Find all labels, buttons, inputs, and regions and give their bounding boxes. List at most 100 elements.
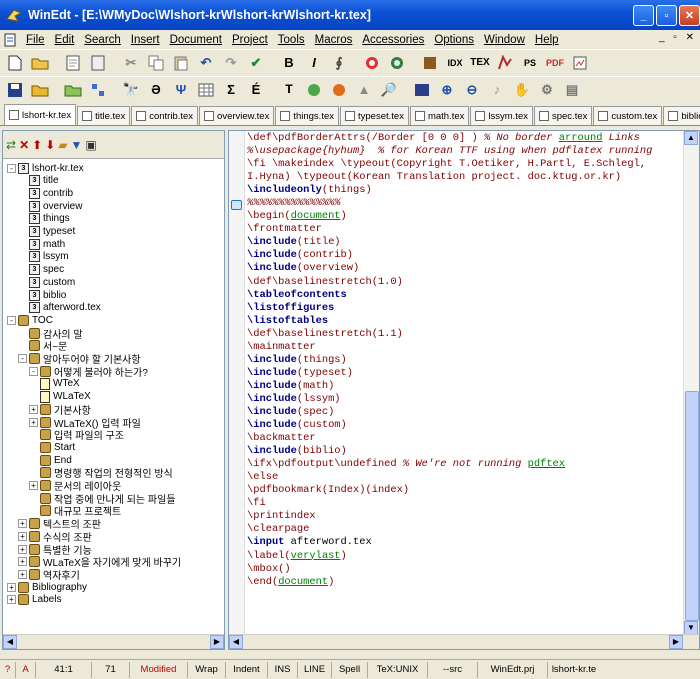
tree-section[interactable]: WLaTeX [40, 390, 91, 403]
tab-custom-tex[interactable]: custom.tex [593, 106, 663, 125]
status-src[interactable]: --src [428, 661, 478, 678]
editor-vertical-scrollbar[interactable]: ▲ ▼ [683, 131, 699, 635]
code-line[interactable]: \fi [247, 497, 652, 510]
hand-icon[interactable]: ✋ [511, 79, 533, 101]
tree-export-icon[interactable]: ▼ [70, 138, 82, 152]
status-project[interactable]: WinEdt.prj [478, 661, 548, 678]
tree-horizontal-scrollbar[interactable]: ◀ ▶ [3, 634, 224, 649]
scroll-right-icon[interactable]: ▶ [210, 635, 224, 649]
code-line[interactable]: \input afterword.tex [247, 536, 652, 549]
insert-table-icon[interactable] [195, 79, 217, 101]
expand-icon[interactable]: + [7, 595, 16, 605]
menu-tools[interactable]: Tools [273, 34, 310, 46]
tree-section[interactable]: 작업 중에 만나게 되는 파일들 [29, 492, 176, 506]
graphics-icon[interactable] [303, 79, 325, 101]
close-icon[interactable]: ✕ [679, 5, 700, 26]
tree-file-math[interactable]: 3 math [29, 238, 65, 250]
code-line[interactable]: \label(verylast) [247, 550, 652, 563]
tree-file-typeset[interactable]: 3 typeset [29, 226, 75, 238]
typewriter-icon[interactable]: T [278, 79, 300, 101]
tree-root-file[interactable]: -3 lshort-kr.tex [7, 162, 84, 174]
code-line[interactable]: \include(contrib) [247, 249, 652, 262]
tree-section[interactable]: - 어떻게 불러야 하는가? [29, 365, 148, 379]
menu-macros[interactable]: Macros [310, 34, 358, 46]
math-icon[interactable]: ∮ [328, 52, 350, 74]
code-line[interactable]: \include(custom) [247, 419, 652, 432]
tree-open-icon[interactable]: ▰ [58, 138, 67, 152]
page-setup-icon[interactable] [87, 52, 109, 74]
code-line[interactable]: \pdfbookmark(Index)(index) [247, 484, 652, 497]
source-code[interactable]: \def\pdfBorderAttrs(/Border [0 0 0] ) % … [247, 132, 652, 589]
tab-contrib-tex[interactable]: contrib.tex [131, 106, 199, 125]
cut-icon[interactable]: ✂ [120, 52, 142, 74]
code-line[interactable]: \include(title) [247, 236, 652, 249]
code-line[interactable]: \include(overview) [247, 262, 652, 275]
tree-refresh-icon[interactable]: ⇄ [6, 138, 16, 152]
editor-scroll-left-icon[interactable]: ◀ [229, 635, 243, 649]
print-preview-icon[interactable] [62, 52, 84, 74]
gather-icon[interactable] [62, 79, 84, 101]
bold-icon[interactable]: B [278, 52, 300, 74]
tree-section[interactable]: WTeX [40, 377, 80, 390]
code-line[interactable]: %\usepackage{hyhum} % for Korean TTF usi… [247, 145, 652, 158]
tree-section[interactable]: + 텍스트의 조판 [18, 518, 101, 531]
new-file-icon[interactable] [4, 52, 26, 74]
tree-section[interactable]: 명령행 작업의 전형적인 방식 [29, 467, 173, 480]
menu-help[interactable]: Help [530, 34, 564, 46]
expand-icon[interactable]: + [18, 557, 27, 567]
tree-section[interactable]: - 알아두어야 할 기본사항 [18, 353, 141, 366]
menu-accessories[interactable]: Accessories [357, 34, 429, 46]
status-ins[interactable]: INS [268, 661, 298, 678]
menu-project[interactable]: Project [227, 34, 273, 46]
tree-down-icon[interactable]: ⬇ [45, 138, 55, 152]
tree-section[interactable]: + WLaTeX을 자기에게 맞게 바꾸기 [18, 556, 181, 569]
expand-icon[interactable]: + [18, 519, 27, 529]
tree-section[interactable]: + 역자후기 [18, 568, 80, 582]
search-project-icon[interactable]: 🔎 [378, 79, 400, 101]
expand-icon[interactable]: + [18, 531, 27, 541]
console-icon[interactable] [411, 79, 433, 101]
code-line[interactable]: \include(typeset) [247, 367, 652, 380]
status-spell[interactable]: Spell [332, 661, 368, 678]
status-a[interactable]: A [16, 661, 36, 678]
collapse-icon[interactable]: - [18, 354, 27, 363]
tools-icon[interactable]: ⚙ [536, 79, 558, 101]
gs-view-icon[interactable]: ▤ [561, 79, 583, 101]
menu-search[interactable]: Search [79, 34, 125, 46]
dvi-icon[interactable] [494, 52, 516, 74]
pdftex-icon[interactable]: PDF [544, 52, 566, 74]
code-line[interactable]: \def\pdfBorderAttrs(/Border [0 0 0] ) % … [247, 132, 652, 145]
expand-icon[interactable]: + [29, 481, 38, 490]
expand-icon[interactable]: + [29, 404, 38, 414]
dvips-icon[interactable]: PS [519, 52, 541, 74]
tree-section[interactable]: 대규모 프로젝트 [29, 505, 121, 518]
italic-icon[interactable]: I [303, 52, 325, 74]
tree-file-custom[interactable]: 3 custom [29, 276, 75, 288]
collapse-icon[interactable]: - [7, 315, 16, 325]
tab-math-tex[interactable]: math.tex [409, 106, 470, 125]
tab-spec-tex[interactable]: spec.tex [533, 106, 593, 125]
tree-section[interactable]: 입력 파일의 구조 [29, 429, 124, 442]
find-files-icon[interactable]: Ə [145, 79, 167, 101]
tree-labels[interactable]: + Labels [7, 594, 61, 606]
insert-environment-icon[interactable]: Ψ [170, 79, 192, 101]
tree-options-icon[interactable]: ▣ [85, 138, 96, 152]
tree-up-icon[interactable]: ⬆ [32, 138, 42, 152]
menu-file[interactable]: File [21, 34, 50, 46]
redo-icon[interactable]: ↷ [220, 52, 242, 74]
code-line[interactable]: \mbox() [247, 563, 652, 576]
status-line[interactable]: LINE [298, 661, 332, 678]
tree-file-overview[interactable]: 3 overview [29, 200, 82, 212]
tree-section[interactable]: 서~문 [18, 340, 67, 353]
code-line[interactable]: %%%%%%%%%%%%%%% [247, 197, 652, 210]
tree-file-contrib[interactable]: 3 contrib [29, 187, 73, 199]
tree-section[interactable]: + 문서의 레이아웃 [29, 480, 121, 493]
code-line[interactable]: \listoffigures [247, 302, 652, 315]
code-line[interactable]: \printindex [247, 510, 652, 523]
code-line[interactable]: \include(biblio) [247, 445, 652, 458]
code-line[interactable]: \include(lssym) [247, 393, 652, 406]
spell-check-icon[interactable]: ✔ [245, 52, 267, 74]
code-line[interactable]: \include(math) [247, 380, 652, 393]
tree-section[interactable]: End [29, 454, 72, 466]
code-line[interactable]: \listoftables [247, 315, 652, 328]
